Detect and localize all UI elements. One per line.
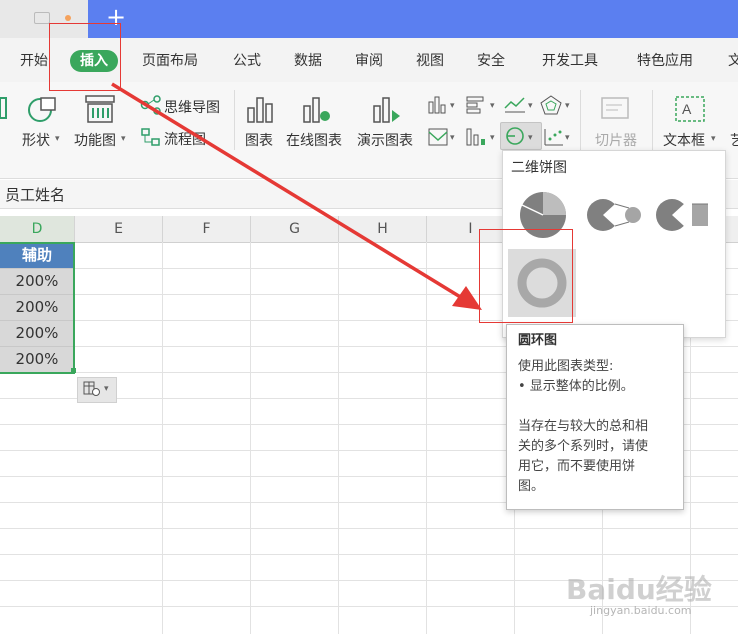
partial-icon (0, 97, 7, 119)
fill-handle[interactable] (71, 368, 76, 373)
slicer-icon[interactable] (600, 96, 630, 124)
chevron-down-icon[interactable]: ▾ (565, 133, 570, 143)
ribbon-divider (652, 90, 653, 150)
bar-of-pie-option[interactable] (654, 196, 712, 234)
formula-content: 员工姓名 (5, 186, 66, 204)
chevron-down-icon[interactable]: ▾ (104, 384, 109, 394)
chevron-down-icon[interactable]: ▾ (55, 134, 60, 144)
area-chart-icon[interactable] (428, 128, 448, 146)
tooltip-title: 圆环图 (518, 333, 558, 348)
quick-analysis-icon[interactable] (83, 381, 101, 397)
tab-review[interactable]: 审阅 (355, 50, 383, 72)
tab-page-layout[interactable]: 页面布局 (142, 50, 198, 72)
grid-line (0, 528, 738, 529)
pie-of-pie-option[interactable] (585, 196, 643, 234)
tab-developer[interactable]: 开发工具 (542, 50, 598, 72)
tab-more[interactable]: 文 (728, 50, 738, 72)
chevron-down-icon[interactable]: ▾ (565, 101, 570, 111)
tab-strip (88, 0, 738, 38)
tab-special[interactable]: 特色应用 (637, 50, 693, 72)
tooltip-line: 用它，而不要使用饼 (518, 459, 636, 474)
shapes-button[interactable]: 形状 (22, 130, 50, 150)
tooltip-line: 当存在与较大的总和相 (518, 419, 649, 434)
annotation-box-doughnut (479, 229, 573, 323)
column-chart-icon[interactable] (428, 96, 446, 114)
scatter-chart-icon[interactable] (544, 127, 564, 147)
function-chart-icon[interactable] (84, 94, 116, 126)
chevron-down-icon[interactable]: ▾ (528, 133, 533, 143)
slicer-button[interactable]: 切片器 (595, 130, 637, 150)
chevron-down-icon[interactable]: ▾ (490, 101, 495, 111)
doughnut-tooltip: 圆环图 使用此图表类型: • 显示整体的比例。 当存在与较大的总和相 关的多个系… (506, 324, 684, 510)
monitor-icon[interactable] (34, 12, 50, 24)
pie-chart-icon[interactable] (505, 126, 525, 146)
svg-text:A: A (682, 101, 692, 117)
column-header-d[interactable]: D (0, 216, 75, 242)
tooltip-line: • 显示整体的比例。 (518, 379, 634, 394)
textbox-icon[interactable]: A (674, 95, 706, 123)
chevron-down-icon[interactable]: ▾ (528, 101, 533, 111)
chevron-down-icon[interactable]: ▾ (121, 134, 126, 144)
chevron-down-icon[interactable]: ▾ (490, 133, 495, 143)
bar-chart-icon[interactable] (466, 96, 486, 114)
function-chart-button[interactable]: 功能图 (74, 130, 116, 150)
annotation-box-insert-tab (49, 23, 121, 91)
mindmap-icon[interactable] (140, 95, 162, 115)
dropdown-section-title: 二维饼图 (511, 160, 567, 176)
column-header-g[interactable]: G (251, 216, 339, 242)
grid-line (338, 242, 339, 634)
radar-chart-icon[interactable] (540, 95, 562, 115)
demo-chart-button[interactable]: 演示图表 (357, 130, 413, 150)
online-chart-icon[interactable] (302, 94, 332, 124)
tab-security[interactable]: 安全 (477, 50, 505, 72)
online-chart-button[interactable]: 在线图表 (286, 130, 342, 150)
stock-chart-icon[interactable] (466, 127, 486, 147)
column-header-f[interactable]: F (163, 216, 251, 242)
flowchart-button[interactable]: 流程图 (164, 129, 206, 149)
chart-button[interactable]: 图表 (245, 130, 273, 150)
chevron-down-icon[interactable]: ▾ (711, 134, 716, 144)
watermark-url: jingyan.baidu.com (590, 604, 692, 617)
art-text-button[interactable]: 艺 (730, 130, 738, 150)
tab-formulas[interactable]: 公式 (233, 50, 261, 72)
chart-icon[interactable] (246, 94, 276, 124)
tab-data[interactable]: 数据 (294, 50, 322, 72)
mindmap-button[interactable]: 思维导图 (164, 97, 220, 117)
grid-line (250, 242, 251, 634)
shapes-icon[interactable] (26, 94, 60, 126)
tooltip-line: 关的多个系列时，请使 (518, 439, 649, 454)
watermark-logo: Baidu经验 (566, 573, 712, 606)
tooltip-line: 图。 (518, 479, 545, 494)
chevron-down-icon[interactable]: ▾ (450, 133, 455, 143)
grid-line (162, 242, 163, 634)
unsaved-dot-icon (65, 15, 71, 21)
tab-home[interactable]: 开始 (20, 50, 48, 72)
chevron-down-icon[interactable]: ▾ (450, 101, 455, 111)
column-header-h[interactable]: H (339, 216, 427, 242)
flowchart-icon[interactable] (140, 127, 162, 147)
grid-line (426, 242, 427, 634)
selection-border (0, 242, 75, 374)
grid-line (0, 554, 738, 555)
textbox-button[interactable]: 文本框 (663, 130, 705, 150)
line-chart-icon[interactable] (504, 96, 526, 114)
tab-view[interactable]: 视图 (416, 50, 444, 72)
column-header-e[interactable]: E (75, 216, 163, 242)
demo-chart-icon[interactable] (372, 94, 402, 124)
ribbon-divider (234, 90, 235, 150)
tooltip-line: 使用此图表类型: (518, 359, 614, 374)
ribbon-divider (580, 90, 581, 150)
